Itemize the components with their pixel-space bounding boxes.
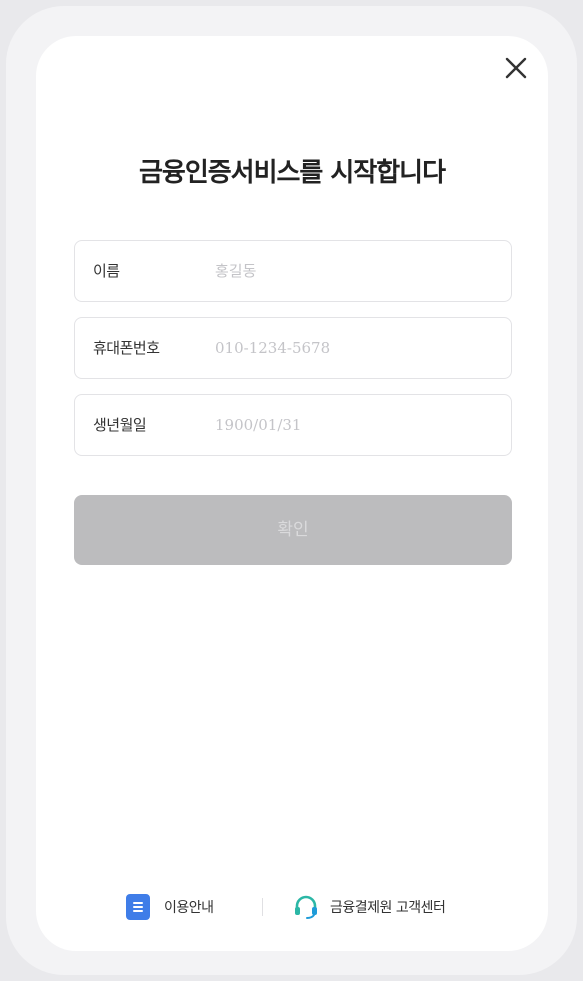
- birthdate-field[interactable]: 생년월일: [74, 394, 512, 456]
- usage-guide-link[interactable]: 이용안내: [126, 892, 214, 922]
- customer-center-link[interactable]: 금융결제원 고객센터: [292, 892, 446, 922]
- document-icon: [126, 894, 150, 920]
- close-button[interactable]: [500, 52, 532, 84]
- page-title: 금융인증서비스를 시작합니다: [138, 158, 446, 188]
- confirm-button[interactable]: 확인: [74, 495, 512, 565]
- phone-input[interactable]: [215, 330, 495, 366]
- name-input[interactable]: [215, 253, 495, 289]
- birthdate-input[interactable]: [215, 407, 495, 443]
- headset-icon: [292, 893, 320, 921]
- footer-divider: [262, 898, 263, 916]
- phone-field[interactable]: 휴대폰번호: [74, 317, 512, 379]
- usage-guide-label: 이용안내: [164, 900, 214, 916]
- name-label: 이름: [93, 262, 120, 280]
- close-icon: [505, 57, 527, 79]
- customer-center-label: 금융결제원 고객센터: [330, 900, 446, 916]
- name-field[interactable]: 이름: [74, 240, 512, 302]
- phone-label: 휴대폰번호: [93, 339, 160, 357]
- birthdate-label: 생년월일: [93, 416, 147, 434]
